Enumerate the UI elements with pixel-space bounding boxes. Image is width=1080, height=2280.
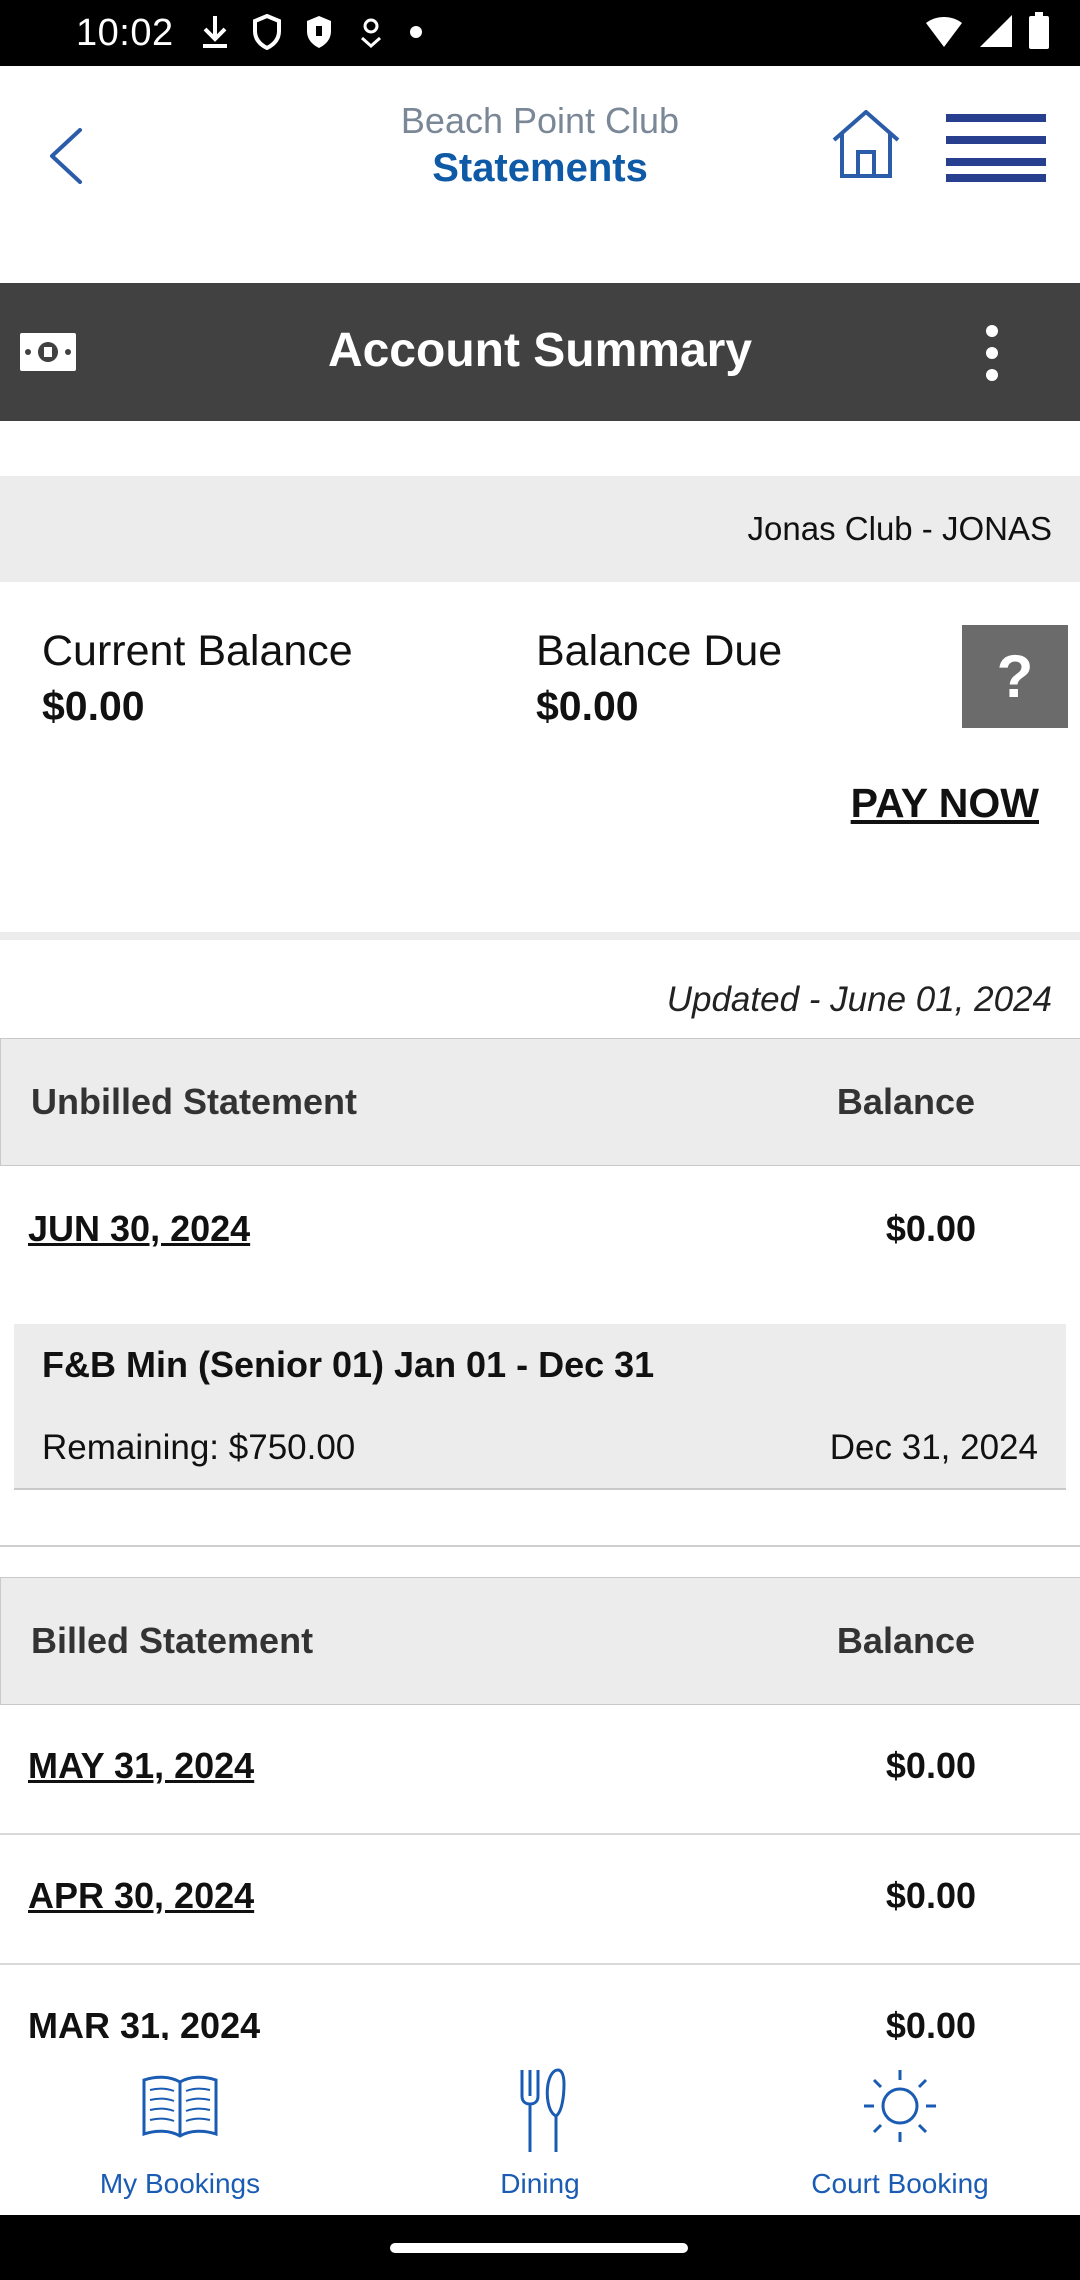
club-account-row: Jonas Club - JONAS: [0, 476, 1080, 582]
sun-icon: [864, 2070, 936, 2142]
home-gesture-handle[interactable]: [390, 2243, 688, 2253]
account-summary-bar: Account Summary: [0, 283, 1080, 421]
food-beverage-minimum: F&B Min (Senior 01) Jan 01 - Dec 31 Rema…: [14, 1324, 1066, 1490]
battery-icon: [1029, 12, 1049, 49]
statement-date-link[interactable]: JUN 30, 2024: [28, 1208, 250, 1250]
home-button[interactable]: [826, 104, 906, 184]
shield-icon: [253, 14, 281, 50]
unbilled-balance-heading: Balance: [836, 1081, 975, 1122]
dot-icon: [410, 26, 422, 38]
minimum-end-date: Dec 31, 2024: [829, 1428, 1038, 1467]
billed-balance-heading: Balance: [836, 1620, 975, 1661]
statement-balance: $0.00: [885, 1745, 976, 1786]
nav-label: My Bookings: [99, 2168, 261, 2199]
help-button[interactable]: ?: [962, 625, 1068, 728]
app-header: Beach Point Club Statements: [0, 66, 1080, 283]
section-divider: [0, 1545, 1080, 1547]
account-summary-title: Account Summary: [327, 324, 753, 377]
statement-date-link[interactable]: MAY 31, 2024: [28, 1745, 254, 1787]
menu-button[interactable]: [944, 106, 1048, 186]
billed-statement-heading: Billed Statement: [31, 1620, 314, 1661]
balance-due-value: $0.00: [536, 683, 639, 729]
billed-statement-row[interactable]: APR 30, 2024 $0.00: [0, 1835, 1080, 1965]
nav-label: Dining: [500, 2168, 580, 2199]
minimum-remaining: Remaining: $750.00: [42, 1428, 356, 1467]
unbilled-statement-row[interactable]: JUN 30, 2024 $0.00: [0, 1168, 1080, 1298]
open-book-icon: [142, 2075, 218, 2138]
shield-filled-icon: [307, 16, 331, 48]
club-account-label: Jonas Club - JONAS: [747, 510, 1052, 547]
statement-balance: $0.00: [885, 1875, 976, 1916]
current-balance-label: Current Balance: [42, 627, 353, 675]
nav-label: Court Booking: [811, 2168, 989, 2199]
nav-my-bookings[interactable]: My Bookings: [0, 2040, 360, 2215]
pay-now-link[interactable]: PAY NOW: [851, 780, 1039, 827]
balance-due-label: Balance Due: [536, 627, 783, 675]
unbilled-statement-heading: Unbilled Statement: [31, 1081, 358, 1122]
hamburger-menu-icon: [946, 114, 1046, 182]
status-time: 10:02: [76, 12, 174, 54]
section-divider: [0, 932, 1080, 940]
signal-icon: [980, 15, 1012, 47]
club-name: Beach Point Club: [400, 100, 680, 141]
status-bar: 10:02: [0, 0, 1080, 66]
fork-knife-icon: [520, 2068, 566, 2152]
nav-dining[interactable]: Dining: [360, 2040, 720, 2215]
minimum-title: F&B Min (Senior 01) Jan 01 - Dec 31: [42, 1344, 655, 1385]
download-icon: [203, 16, 227, 48]
nav-court-booking[interactable]: Court Booking: [720, 2040, 1080, 2215]
location-icon: [361, 18, 381, 49]
more-options-button[interactable]: [972, 313, 1012, 393]
gesture-navigation-bar: [0, 2215, 1080, 2280]
unbilled-statement-header: Unbilled Statement Balance: [0, 1038, 1080, 1166]
billed-statement-header: Billed Statement Balance: [0, 1577, 1080, 1705]
current-balance-value: $0.00: [42, 683, 145, 729]
wifi-icon: [926, 17, 962, 47]
home-icon: [832, 110, 900, 178]
bottom-navigation: My Bookings Dining Court Booking: [0, 2040, 1080, 2215]
statement-balance: $0.00: [885, 1208, 976, 1249]
page-title: Statements: [432, 146, 648, 190]
statement-date-link[interactable]: APR 30, 2024: [28, 1875, 254, 1917]
kebab-menu-icon: [986, 325, 998, 381]
billed-statement-row[interactable]: MAY 31, 2024 $0.00: [0, 1705, 1080, 1835]
updated-date: Updated - June 01, 2024: [666, 980, 1052, 1019]
